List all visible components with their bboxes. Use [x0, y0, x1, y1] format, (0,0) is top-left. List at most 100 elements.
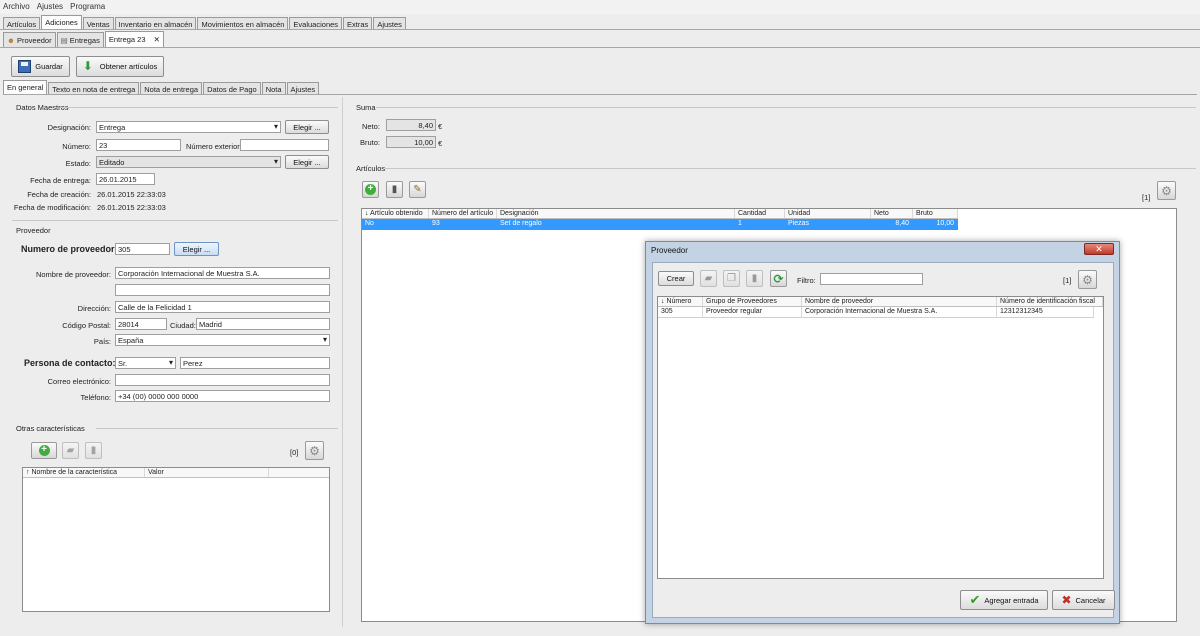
gross-label: Bruto: — [360, 138, 381, 147]
postal-code-field[interactable]: 28014 — [115, 318, 167, 330]
gross-currency: € — [438, 139, 443, 148]
col-gross[interactable]: Bruto — [913, 209, 958, 218]
country-label: País: — [93, 337, 111, 346]
created-label: Fecha de creación: — [27, 190, 91, 199]
address-field[interactable]: Calle de la Felicidad 1 — [115, 301, 330, 313]
add-article-button[interactable]: + — [362, 181, 379, 198]
add-characteristic-button[interactable]: + — [31, 442, 57, 459]
modified-label: Fecha de modificación: — [13, 203, 91, 212]
dialog-body: Crear ▰ ❐ ▮ ⟳ Filtro: [1] ⚙ ↓ Número Gru… — [652, 262, 1115, 618]
close-tab-icon[interactable]: ✕ — [154, 35, 160, 44]
gear-icon: ⚙ — [1161, 183, 1172, 198]
contact-name-field[interactable]: Perez — [180, 357, 330, 369]
gear-icon: ⚙ — [309, 443, 320, 458]
col-net[interactable]: Neto — [871, 209, 913, 218]
phone-label: Teléfono: — [80, 393, 111, 402]
edit-icon: ✎ — [413, 184, 422, 195]
supplier-number-field[interactable]: 305 — [115, 243, 170, 255]
cancel-button[interactable]: ✖ Cancelar — [1052, 590, 1115, 610]
folder-icon: ▰ — [704, 273, 713, 284]
menu-programa[interactable]: Programa — [67, 0, 107, 11]
salutation-select[interactable]: Sr. — [115, 357, 176, 369]
add-entry-button[interactable]: ✔ Agregar entrada — [960, 590, 1048, 610]
section-rule — [385, 168, 1196, 169]
create-button[interactable]: Crear — [658, 271, 694, 286]
delete-article-button[interactable]: ▮ — [386, 181, 403, 198]
choose-supplier-button[interactable]: Elegir ... — [174, 242, 219, 256]
choose-designation-button[interactable]: Elegir ... — [285, 120, 329, 134]
delete-supplier-button[interactable]: ▮ — [746, 270, 763, 287]
dialog-settings-button[interactable]: ⚙ — [1078, 270, 1097, 289]
col-tax-id[interactable]: Número de identificación fiscal — [997, 297, 1103, 306]
column-name-header[interactable]: ↑ Nombre de la característica — [23, 468, 145, 477]
folder-icon: ▰ — [66, 445, 75, 456]
divider — [0, 47, 1200, 48]
download-icon: ⬇ — [82, 59, 93, 73]
column-value-header[interactable]: Valor — [145, 468, 269, 477]
delivery-date-label: Fecha de entrega: — [30, 176, 91, 185]
trash-icon: ▮ — [90, 445, 97, 456]
table-header: ↓ Artículo obtenido Número del artículo … — [362, 209, 958, 219]
refresh-button[interactable]: ⟳ — [770, 270, 787, 287]
copy-supplier-button[interactable]: ❐ — [723, 270, 740, 287]
col-unit[interactable]: Unidad — [785, 209, 871, 218]
net-label: Neto: — [362, 122, 380, 131]
external-number-label: Número exterior: — [186, 142, 242, 151]
col-number[interactable]: ↓ Número — [658, 297, 703, 306]
plus-icon: + — [38, 445, 50, 456]
supplier-name-field[interactable]: Corporación Internacional de Muestra S.A… — [115, 267, 330, 279]
created-value: 26.01.2015 22:33:03 — [97, 190, 166, 199]
state-select[interactable]: Editado — [96, 156, 281, 168]
city-label: Ciudad: — [170, 321, 196, 330]
choose-state-button[interactable]: Elegir ... — [285, 155, 329, 169]
postal-code-label: Código Postal: — [62, 321, 111, 330]
table-row[interactable]: 305 Proveedor regular Corporación Intern… — [658, 307, 1094, 318]
col-designation[interactable]: Designación — [497, 209, 735, 218]
detail-tabs: En general Texto en nota de entrega Nota… — [3, 80, 320, 95]
col-obtained[interactable]: ↓ Artículo obtenido — [362, 209, 429, 218]
city-field[interactable]: Madrid — [196, 318, 330, 330]
supplier-name2-field[interactable] — [115, 284, 330, 296]
country-select[interactable]: España — [115, 334, 330, 346]
characteristics-count: [0] — [290, 448, 299, 457]
address-label: Dirección: — [77, 304, 111, 313]
state-label: Estado: — [65, 159, 91, 168]
tab-adiciones[interactable]: Adiciones — [41, 15, 82, 30]
designation-select[interactable]: Entrega — [96, 121, 281, 133]
table-row[interactable]: No 93 Set de regalo 1 Piezas 8,40 10,00 — [362, 219, 958, 230]
phone-field[interactable]: +34 (00) 0000 000 0000 — [115, 390, 330, 402]
col-supplier-name[interactable]: Nombre de proveedor — [802, 297, 997, 306]
articles-count: [1] — [1142, 193, 1151, 202]
filter-input[interactable] — [820, 273, 923, 285]
dialog-close-button[interactable]: ✕ — [1084, 243, 1114, 255]
col-supplier-group[interactable]: Grupo de Proveedores — [703, 297, 802, 306]
get-articles-button[interactable]: ⬇ Obtener artículos — [76, 56, 164, 77]
articles-settings-button[interactable]: ⚙ — [1157, 181, 1176, 200]
section-rule — [60, 107, 338, 108]
menu-ajustes[interactable]: Ajustes — [34, 0, 65, 11]
tab-en-general[interactable]: En general — [3, 80, 48, 95]
supplier-icon: ☻ — [7, 36, 15, 45]
delivery-date-field[interactable]: 26.01.2015 — [96, 173, 155, 185]
email-field[interactable] — [115, 374, 330, 386]
section-rule — [376, 107, 1196, 108]
subtab-proveedor[interactable]: ☻ Proveedor — [3, 32, 56, 47]
delete-characteristic-button[interactable]: ▮ — [85, 442, 102, 459]
number-field[interactable]: 23 — [96, 139, 181, 151]
subtab-entregas[interactable]: ▤ Entregas — [56, 32, 104, 47]
save-button[interactable]: Guardar — [11, 56, 70, 77]
col-quantity[interactable]: Cantidad — [735, 209, 785, 218]
subtab-entrega-23[interactable]: Entrega 23 ✕ — [104, 31, 164, 47]
refresh-icon: ⟳ — [773, 271, 784, 286]
menu-bar: Archivo Ajustes Programa — [0, 0, 1200, 14]
edit-characteristic-button[interactable]: ▰ — [62, 442, 79, 459]
table-header: ↑ Nombre de la característica Valor — [23, 468, 329, 478]
supplier-number-label: Numero de proveedor: — [21, 244, 118, 254]
settings-button[interactable]: ⚙ — [305, 441, 324, 460]
net-currency: € — [438, 122, 443, 131]
edit-article-button[interactable]: ✎ — [409, 181, 426, 198]
edit-supplier-button[interactable]: ▰ — [700, 270, 717, 287]
external-number-field[interactable] — [240, 139, 329, 151]
menu-archivo[interactable]: Archivo — [0, 0, 32, 11]
col-article-number[interactable]: Número del artículo — [429, 209, 497, 218]
